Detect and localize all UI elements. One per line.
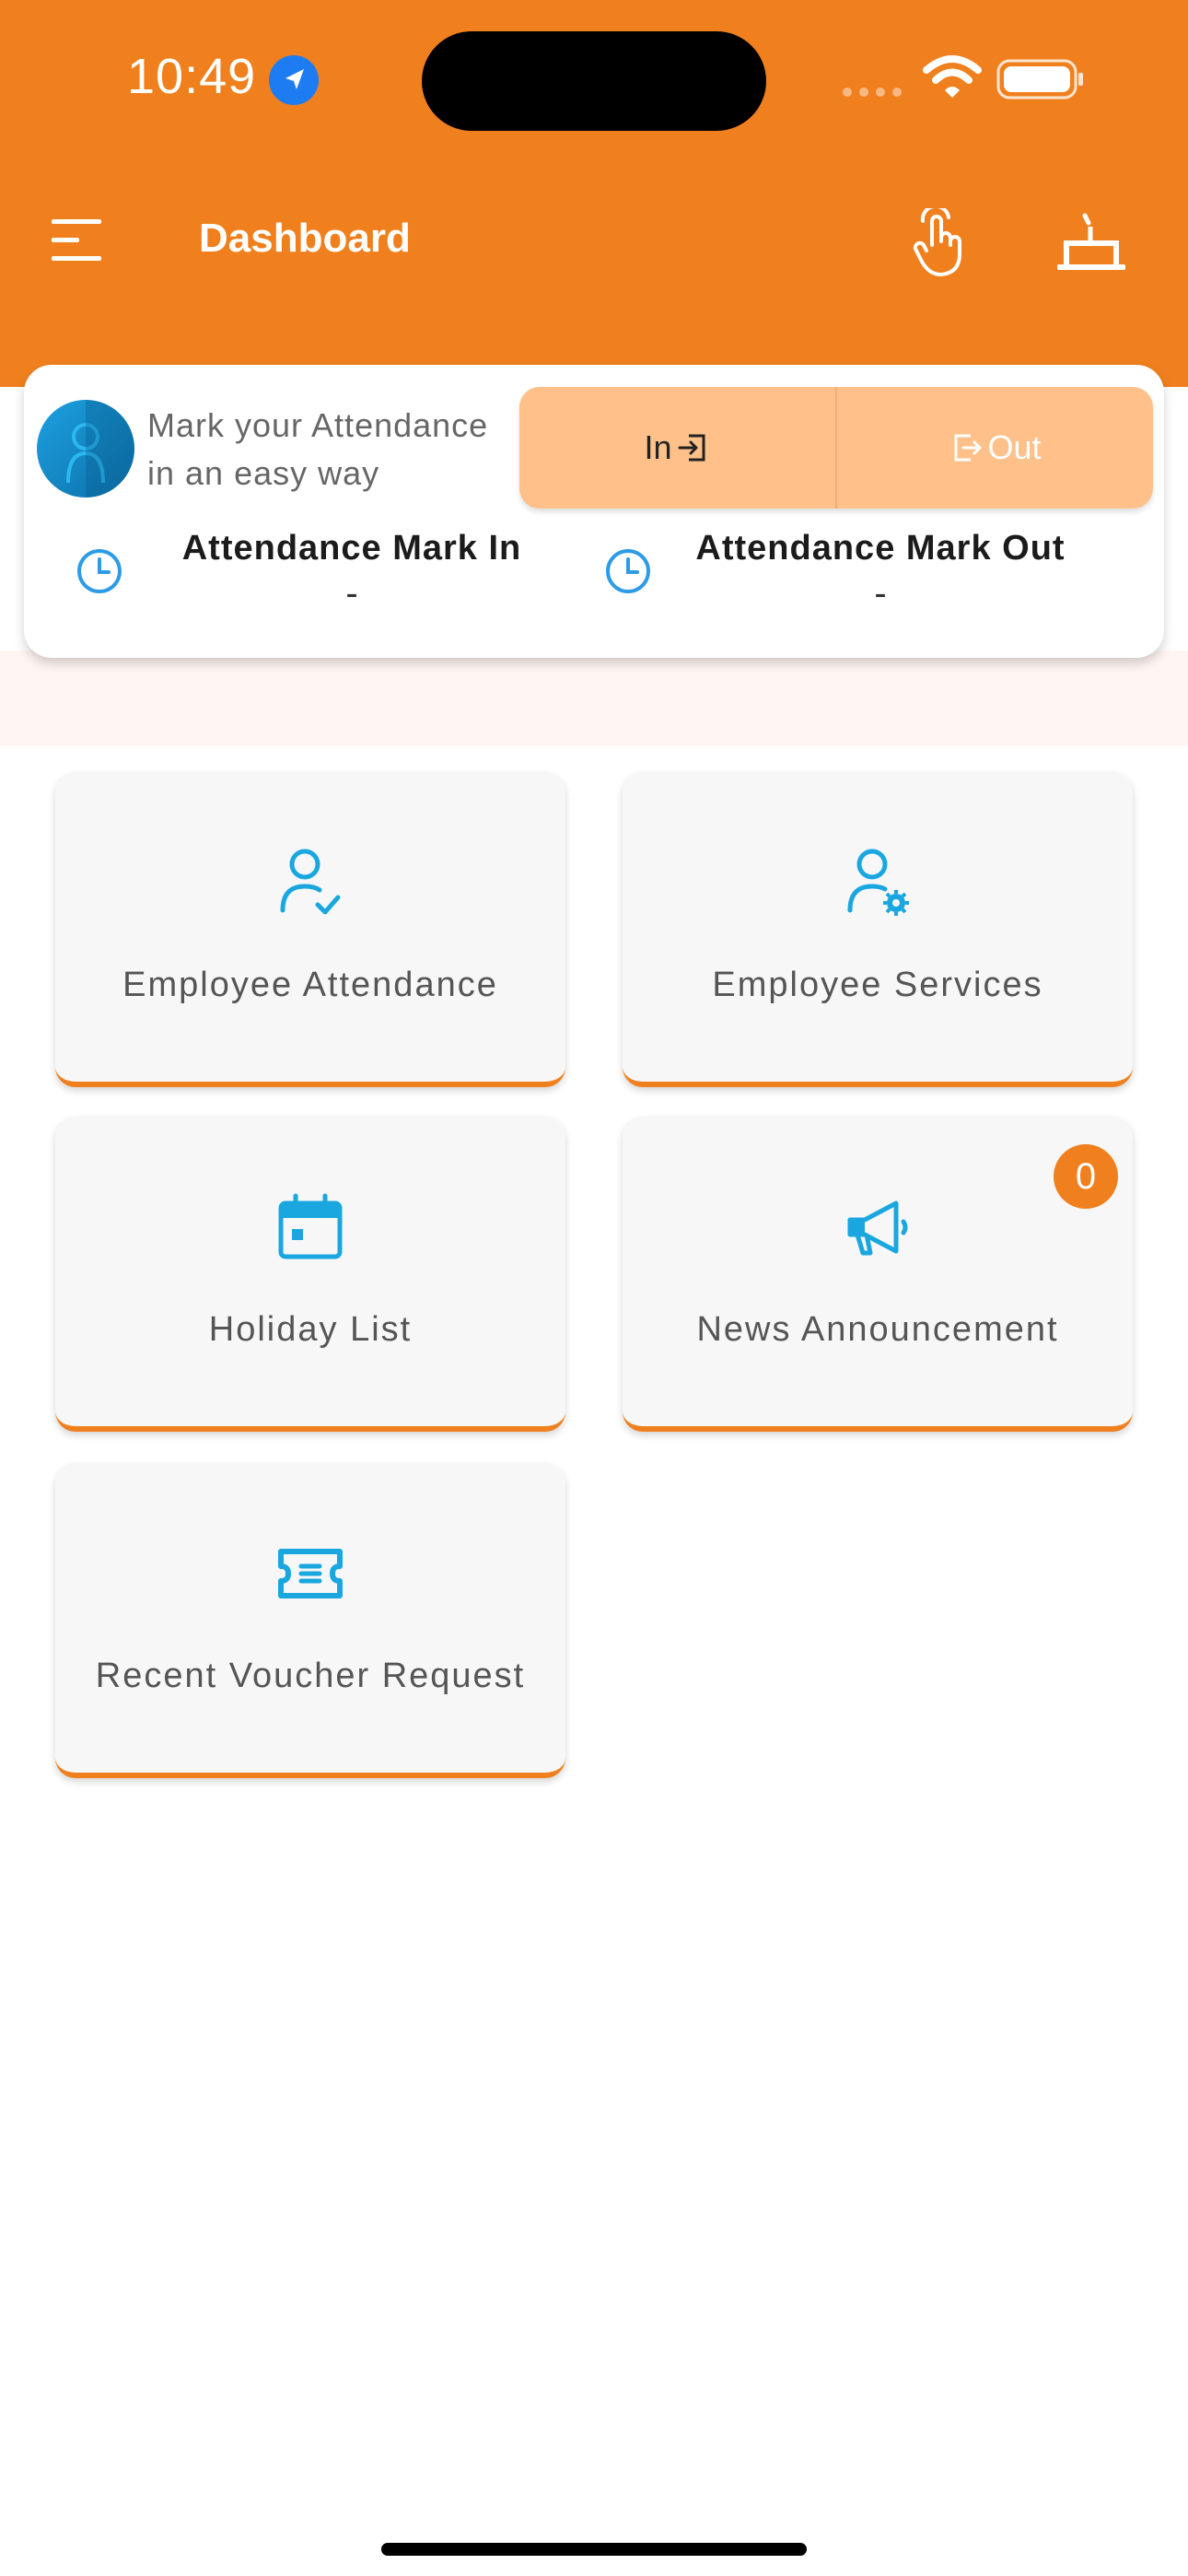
logout-icon bbox=[954, 434, 982, 462]
tile-label: Employee Attendance bbox=[122, 966, 498, 1004]
tile-label: News Announcement bbox=[696, 1310, 1059, 1349]
tile-recent-voucher-request[interactable]: Recent Voucher Request bbox=[55, 1463, 565, 1778]
home-indicator[interactable] bbox=[381, 2543, 807, 2556]
notification-badge: 0 bbox=[1054, 1144, 1118, 1209]
in-out-toggle: In Out bbox=[519, 387, 1153, 509]
tile-label: Employee Services bbox=[712, 966, 1043, 1004]
page-title: Dashboard bbox=[199, 216, 411, 261]
clock-icon bbox=[606, 549, 650, 593]
mark-in-label: In bbox=[644, 428, 672, 466]
ticket-icon bbox=[278, 1549, 343, 1598]
wifi-icon bbox=[923, 55, 982, 98]
mark-in-info: Attendance Mark In - bbox=[74, 529, 553, 630]
desk-bell-icon[interactable] bbox=[1057, 210, 1125, 275]
dynamic-island bbox=[422, 31, 766, 131]
tagline-line-1: Mark your Attendance bbox=[147, 406, 489, 444]
tile-label: Recent Voucher Request bbox=[95, 1657, 526, 1695]
tile-label: Holiday List bbox=[208, 1310, 413, 1349]
mark-in-time: - bbox=[345, 573, 358, 614]
avatar bbox=[37, 400, 134, 498]
tile-news-announcement[interactable]: 0 News Announcement bbox=[623, 1117, 1133, 1432]
cellular-signal-icon bbox=[843, 88, 902, 97]
user-check-icon bbox=[280, 849, 341, 915]
app-header: 10:49 Dashboard bbox=[0, 0, 1188, 387]
location-arrow-icon bbox=[269, 55, 319, 105]
status-time: 10:49 bbox=[127, 49, 257, 104]
user-gear-icon bbox=[847, 849, 909, 916]
menu-icon[interactable] bbox=[50, 216, 105, 265]
mark-out-title: Attendance Mark Out bbox=[695, 529, 1066, 568]
mark-out-label: Out bbox=[987, 428, 1042, 466]
tile-employee-attendance[interactable]: Employee Attendance bbox=[55, 772, 565, 1087]
mark-out-time: - bbox=[874, 573, 887, 614]
touch-hand-icon[interactable] bbox=[910, 208, 971, 278]
clock-icon bbox=[77, 549, 122, 593]
calendar-icon bbox=[278, 1193, 343, 1259]
battery-icon bbox=[996, 59, 1083, 100]
mark-out-info: Attendance Mark Out - bbox=[602, 529, 1081, 630]
mark-in-title: Attendance Mark In bbox=[181, 529, 522, 568]
tile-holiday-list[interactable]: Holiday List bbox=[55, 1117, 565, 1432]
megaphone-icon bbox=[847, 1200, 908, 1256]
mark-in-button[interactable]: In bbox=[519, 387, 837, 509]
tagline-line-2: in an easy way bbox=[147, 454, 380, 492]
mark-out-button[interactable]: Out bbox=[837, 387, 1153, 509]
login-icon bbox=[678, 434, 705, 462]
background-strip bbox=[0, 650, 1188, 746]
attendance-tagline: Mark your Attendance in an easy way bbox=[147, 402, 534, 498]
attendance-card: Mark your Attendance in an easy way In O… bbox=[24, 365, 1164, 658]
status-bar: 10:49 bbox=[0, 0, 1188, 166]
tile-employee-services[interactable]: Employee Services bbox=[623, 772, 1133, 1087]
